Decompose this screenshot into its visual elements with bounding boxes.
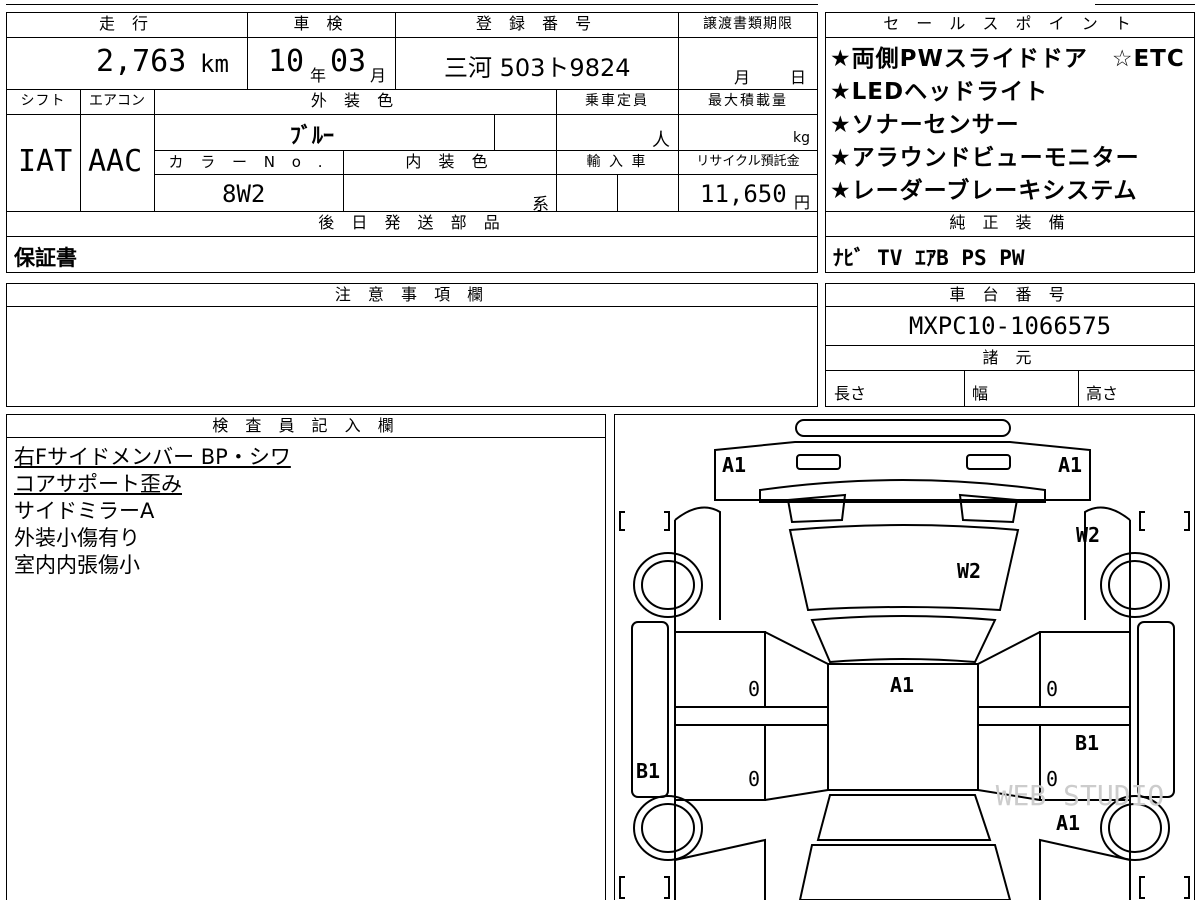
- mark-front-bumper-left: A1: [722, 453, 746, 477]
- sales-points-header: セ ー ル ス ポ イ ン ト: [883, 14, 1137, 33]
- mileage-header: 走 行: [98, 14, 155, 33]
- registration-header: 登 録 番 号: [475, 14, 598, 33]
- sales-point-2: ★LEDヘッドライト: [830, 79, 1049, 105]
- later-parts-value: 保証書: [14, 246, 77, 270]
- sales-point-4: ★アラウンドビューモニター: [830, 145, 1140, 171]
- inspection-header: 車 検: [293, 14, 349, 33]
- interior-color-header: 内 装 色: [405, 152, 494, 171]
- mark-left-rocker: B1: [636, 759, 660, 783]
- aircon-header: エアコン: [89, 93, 145, 109]
- mark-right-rear-door: 0: [1046, 767, 1058, 791]
- inspection-year: 10: [268, 44, 305, 79]
- mileage-unit: km: [200, 50, 229, 78]
- mileage-value: 2,763: [96, 44, 187, 79]
- deadline-month-unit: 月: [734, 68, 751, 87]
- transfer-deadline-header: 譲渡書類期限: [703, 16, 793, 32]
- exterior-color-header: 外 装 色: [310, 91, 400, 110]
- mark-right-front-fender: W2: [1076, 523, 1100, 547]
- capacity-unit: 人: [652, 130, 670, 151]
- inspector-line-5: 室内内張傷小: [14, 553, 140, 577]
- spec-width: 幅: [972, 384, 989, 403]
- equipment-header: 純 正 装 備: [949, 213, 1071, 232]
- watermark: WEB STUDIO: [996, 779, 1165, 812]
- later-parts-header: 後 日 発 送 部 品: [318, 213, 506, 232]
- recycle-fee-value: 11,650: [700, 180, 787, 208]
- mark-left-front-door: 0: [748, 677, 760, 701]
- inspector-line-3: サイドミラーA: [14, 499, 155, 523]
- capacity-header: 乗車定員: [585, 93, 649, 109]
- year-unit: 年: [310, 66, 327, 85]
- deadline-day-unit: 日: [790, 68, 807, 87]
- yen-unit: 円: [794, 193, 811, 212]
- spec-length: 長さ: [834, 384, 867, 403]
- color-no-header: カ ラ ー N o .: [168, 153, 329, 171]
- max-load-header: 最大積載量: [708, 93, 788, 109]
- equipment-value: ﾅﾋﾞ TV ｴｱB PS PW: [833, 246, 1025, 270]
- sales-point-1: ★両側PWスライドドア ☆ETC: [830, 46, 1185, 72]
- mark-hood: W2: [957, 559, 981, 583]
- import-header: 輸 入 車: [586, 154, 648, 170]
- shift-value: IAT: [18, 144, 73, 179]
- registration-number: 三河 503ト9824: [444, 54, 631, 82]
- mark-front-bumper-right: A1: [1058, 453, 1082, 477]
- spec-height: 高さ: [1086, 384, 1119, 403]
- chassis-number: MXPC10-1066575: [908, 312, 1112, 340]
- mark-right-rear-door-area: B1: [1075, 731, 1099, 755]
- inspector-line-1: 右Fサイドメンバー BP・シワ: [14, 445, 291, 469]
- inspection-month: 03: [330, 44, 367, 79]
- top-cut-line-left: [6, 4, 818, 5]
- sales-point-3: ★ソナーセンサー: [830, 112, 1020, 138]
- month-unit: 月: [370, 66, 387, 85]
- inspector-header: 検 査 員 記 入 欄: [212, 416, 400, 435]
- aircon-value: AAC: [88, 144, 143, 179]
- mark-right-front-door: 0: [1046, 677, 1058, 701]
- mark-right-rear-fender: A1: [1056, 811, 1080, 835]
- inspector-line-4: 外装小傷有り: [14, 526, 140, 550]
- notes-header: 注 意 事 項 欄: [334, 285, 490, 304]
- exterior-color-value: ﾌﾞﾙｰ: [290, 124, 335, 149]
- chassis-header: 車 台 番 号: [949, 285, 1071, 304]
- sales-point-5: ★レーダーブレーキシステム: [830, 178, 1138, 204]
- recycle-fee-header: リサイクル預託金: [696, 154, 800, 169]
- max-load-unit: kg: [793, 130, 810, 146]
- shift-header: シフト: [20, 93, 66, 109]
- inspector-line-2: コアサポート歪み: [14, 472, 182, 496]
- top-cut-line-right: [1095, 4, 1195, 5]
- mark-left-rear-door: 0: [748, 767, 760, 791]
- mark-roof: A1: [890, 673, 914, 697]
- specs-header: 諸 元: [982, 348, 1038, 367]
- car-damage-diagram: WEB STUDIO A1 A1 W2 W2 A1 0 0 0 0 B1 B1 …: [619, 419, 1190, 900]
- color-no-value: 8W2: [222, 180, 266, 208]
